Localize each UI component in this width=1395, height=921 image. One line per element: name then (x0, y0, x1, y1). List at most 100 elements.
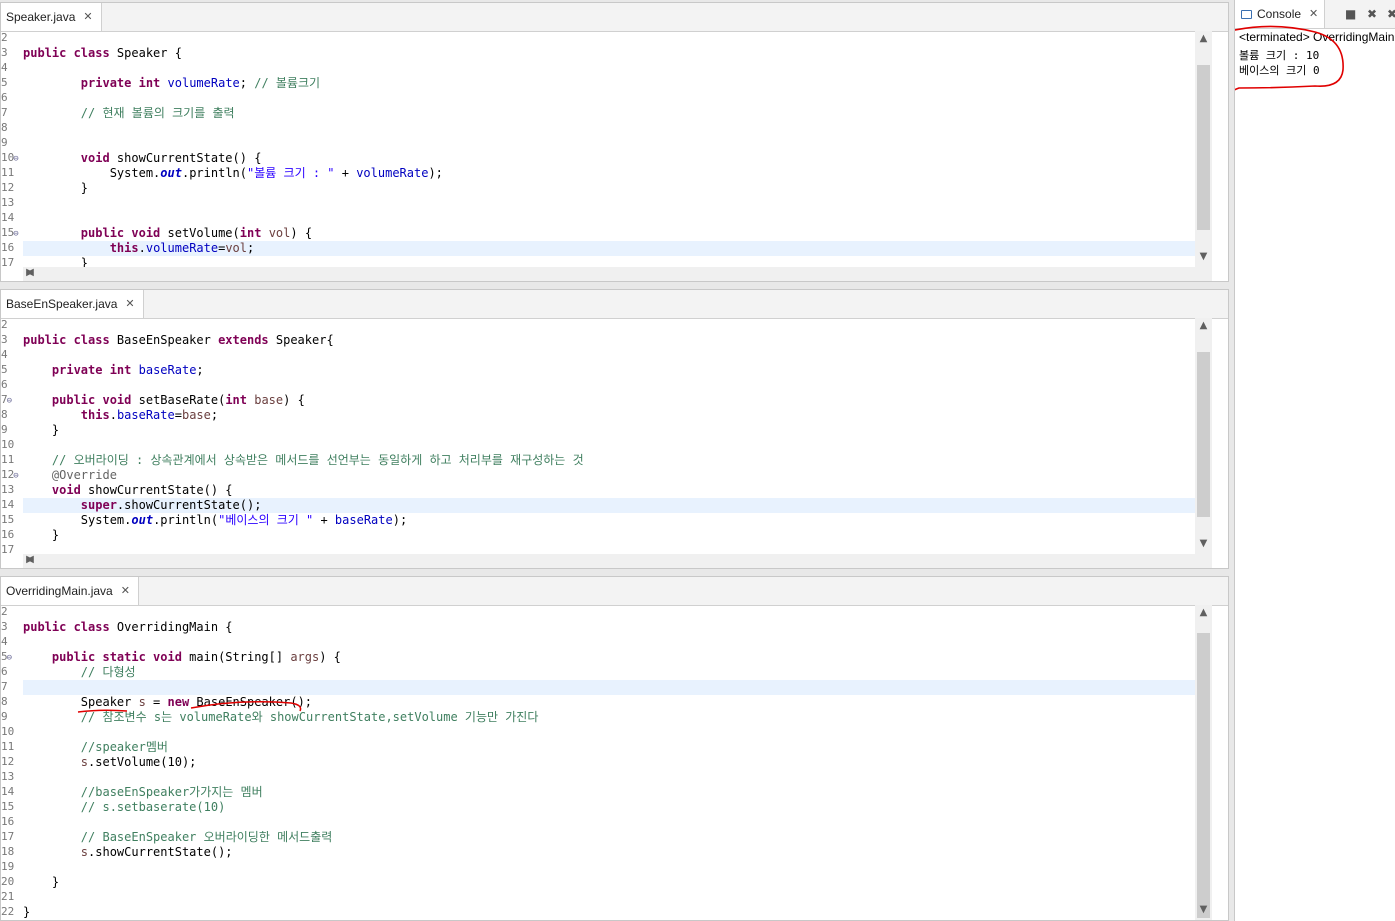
close-icon[interactable]: ✕ (1309, 0, 1318, 28)
code-line[interactable] (23, 61, 1195, 76)
code-line[interactable] (23, 121, 1195, 136)
code-line[interactable]: // s.setbaserate(10) (23, 800, 1195, 815)
code-area[interactable]: 2 3 public class OverridingMain {4 5⊖ publi… (1, 605, 1195, 920)
code-line[interactable] (23, 605, 1195, 620)
close-icon[interactable]: ✕ (121, 577, 130, 605)
code-line[interactable]: //speaker멤버 (23, 740, 1195, 755)
code-line[interactable]: // BaseEnSpeaker 오버라이딩한 메서드출력 (23, 830, 1195, 845)
code-line[interactable]: public void setVolume(int vol) { (23, 226, 1195, 241)
scrollbar-thumb[interactable] (1197, 633, 1210, 918)
code-line[interactable] (23, 31, 1195, 46)
horizontal-scrollbar[interactable]: ◀ ▶ (23, 267, 1195, 281)
line-number: 17 (1, 830, 15, 843)
line-number: 12 (1, 181, 15, 194)
code-line[interactable] (23, 211, 1195, 226)
remove-all-icon[interactable]: ✖ (1387, 7, 1395, 21)
code-line[interactable]: void showCurrentState() { (23, 483, 1195, 498)
code-line[interactable] (23, 770, 1195, 785)
line-number: 16 (1, 815, 15, 828)
tab-baseenspeaker-java[interactable]: BaseEnSpeaker.java ✕ (1, 290, 144, 318)
code-line[interactable] (23, 860, 1195, 875)
chevron-right-icon[interactable]: ▶ (23, 267, 37, 281)
code-line[interactable]: s.showCurrentState(); (23, 845, 1195, 860)
code-line[interactable]: public static void main(String[] args) { (23, 650, 1195, 665)
code-line[interactable]: } (23, 181, 1195, 196)
line-number: 15⊖ (1, 226, 19, 239)
fold-icon[interactable]: ⊖ (13, 471, 18, 481)
code-line[interactable]: public class OverridingMain { (23, 620, 1195, 635)
code-line[interactable]: private int baseRate; (23, 363, 1195, 378)
code-line[interactable] (23, 91, 1195, 106)
code-line[interactable] (23, 378, 1195, 393)
code-line[interactable]: private int volumeRate; // 볼륨크기 (23, 76, 1195, 91)
chevron-down-icon[interactable]: ▼ (1195, 251, 1212, 265)
code-line[interactable] (23, 725, 1195, 740)
code-line[interactable]: } (23, 875, 1195, 890)
chevron-right-icon[interactable]: ▶ (23, 554, 37, 568)
code-line[interactable] (23, 196, 1195, 211)
chevron-up-icon[interactable]: ▲ (1195, 320, 1212, 334)
code-line[interactable]: this.baseRate=base; (23, 408, 1195, 423)
code-line[interactable]: } (23, 528, 1195, 543)
line-number: 4 (1, 61, 8, 74)
close-icon[interactable]: ✕ (125, 290, 134, 318)
fold-icon[interactable]: ⊖ (13, 229, 18, 239)
chevron-up-icon[interactable]: ▲ (1195, 607, 1212, 621)
code-line[interactable]: } (23, 905, 1195, 920)
code-line[interactable] (23, 136, 1195, 151)
code-line[interactable]: public void setBaseRate(int base) { (23, 393, 1195, 408)
code-line[interactable]: void showCurrentState() { (23, 151, 1195, 166)
code-line[interactable]: // 현재 볼륨의 크기를 출력 (23, 106, 1195, 121)
fold-icon[interactable]: ⊖ (13, 154, 18, 164)
line-number: 13 (1, 770, 15, 783)
code-line[interactable] (23, 635, 1195, 650)
line-number: 18 (1, 845, 15, 858)
code-line[interactable]: s.setVolume(10); (23, 755, 1195, 770)
line-number: 11 (1, 740, 15, 753)
code-line[interactable] (23, 890, 1195, 905)
line-number: 3 (1, 620, 8, 633)
code-line[interactable]: System.out.println("베이스의 크기 " + baseRate… (23, 513, 1195, 528)
code-line[interactable]: Speaker s = new BaseEnSpeaker(); (23, 695, 1195, 710)
horizontal-scrollbar[interactable]: ◀ ▶ (23, 554, 1195, 568)
code-line[interactable]: // 참조변수 s는 volumeRate와 showCurrentState,… (23, 710, 1195, 725)
code-line[interactable]: this.volumeRate=vol; (23, 241, 1195, 256)
scrollbar-thumb[interactable] (1197, 65, 1210, 230)
editor-tabbar: BaseEnSpeaker.java ✕ (1, 290, 1228, 319)
scrollbar-thumb[interactable] (1197, 352, 1210, 517)
code-line[interactable] (23, 680, 1195, 695)
line-number: 2 (1, 318, 8, 331)
code-line[interactable]: } (23, 423, 1195, 438)
fold-icon[interactable]: ⊖ (7, 396, 12, 406)
vertical-scrollbar[interactable]: ▲ ▼ (1195, 318, 1212, 568)
vertical-scrollbar[interactable]: ▲ ▼ (1195, 605, 1212, 920)
chevron-down-icon[interactable]: ▼ (1195, 538, 1212, 552)
code-line[interactable] (23, 438, 1195, 453)
tab-speaker-java[interactable]: Speaker.java ✕ (1, 3, 102, 31)
code-line[interactable]: System.out.println("볼륨 크기 : " + volumeRa… (23, 166, 1195, 181)
code-line[interactable]: // 오버라이딩 : 상속관계에서 상속받은 메서드를 선언부는 동일하게 하고… (23, 453, 1195, 468)
code-line[interactable]: super.showCurrentState(); (23, 498, 1195, 513)
stop-icon[interactable]: ■ (1345, 7, 1356, 21)
code-line[interactable] (23, 318, 1195, 333)
code-line[interactable] (23, 348, 1195, 363)
line-number: 14 (1, 498, 15, 511)
code-area[interactable]: 2 3 public class BaseEnSpeaker extends Spe… (1, 318, 1195, 568)
vertical-scrollbar[interactable]: ▲ ▼ (1195, 31, 1212, 281)
close-icon[interactable]: ✕ (83, 3, 92, 31)
code-line[interactable]: public class Speaker { (23, 46, 1195, 61)
chevron-up-icon[interactable]: ▲ (1195, 33, 1212, 47)
code-area[interactable]: 2 3 public class Speaker {4 5 private int v… (1, 31, 1195, 281)
console-output-line: 베이스의 크기 0 (1239, 64, 1320, 77)
tab-overridingmain-java[interactable]: OverridingMain.java ✕ (1, 577, 139, 605)
code-line[interactable] (23, 815, 1195, 830)
code-line[interactable]: // 다형성 (23, 665, 1195, 680)
remove-launch-icon[interactable]: ✖ (1367, 7, 1377, 21)
tab-console[interactable]: Console ✕ (1235, 0, 1326, 28)
code-line[interactable]: public class BaseEnSpeaker extends Speak… (23, 333, 1195, 348)
code-line[interactable]: @Override (23, 468, 1195, 483)
code-line[interactable]: //baseEnSpeaker가가지는 멤버 (23, 785, 1195, 800)
chevron-down-icon[interactable]: ▼ (1195, 904, 1212, 918)
line-number: 5⊖ (1, 650, 13, 663)
fold-icon[interactable]: ⊖ (7, 653, 12, 663)
